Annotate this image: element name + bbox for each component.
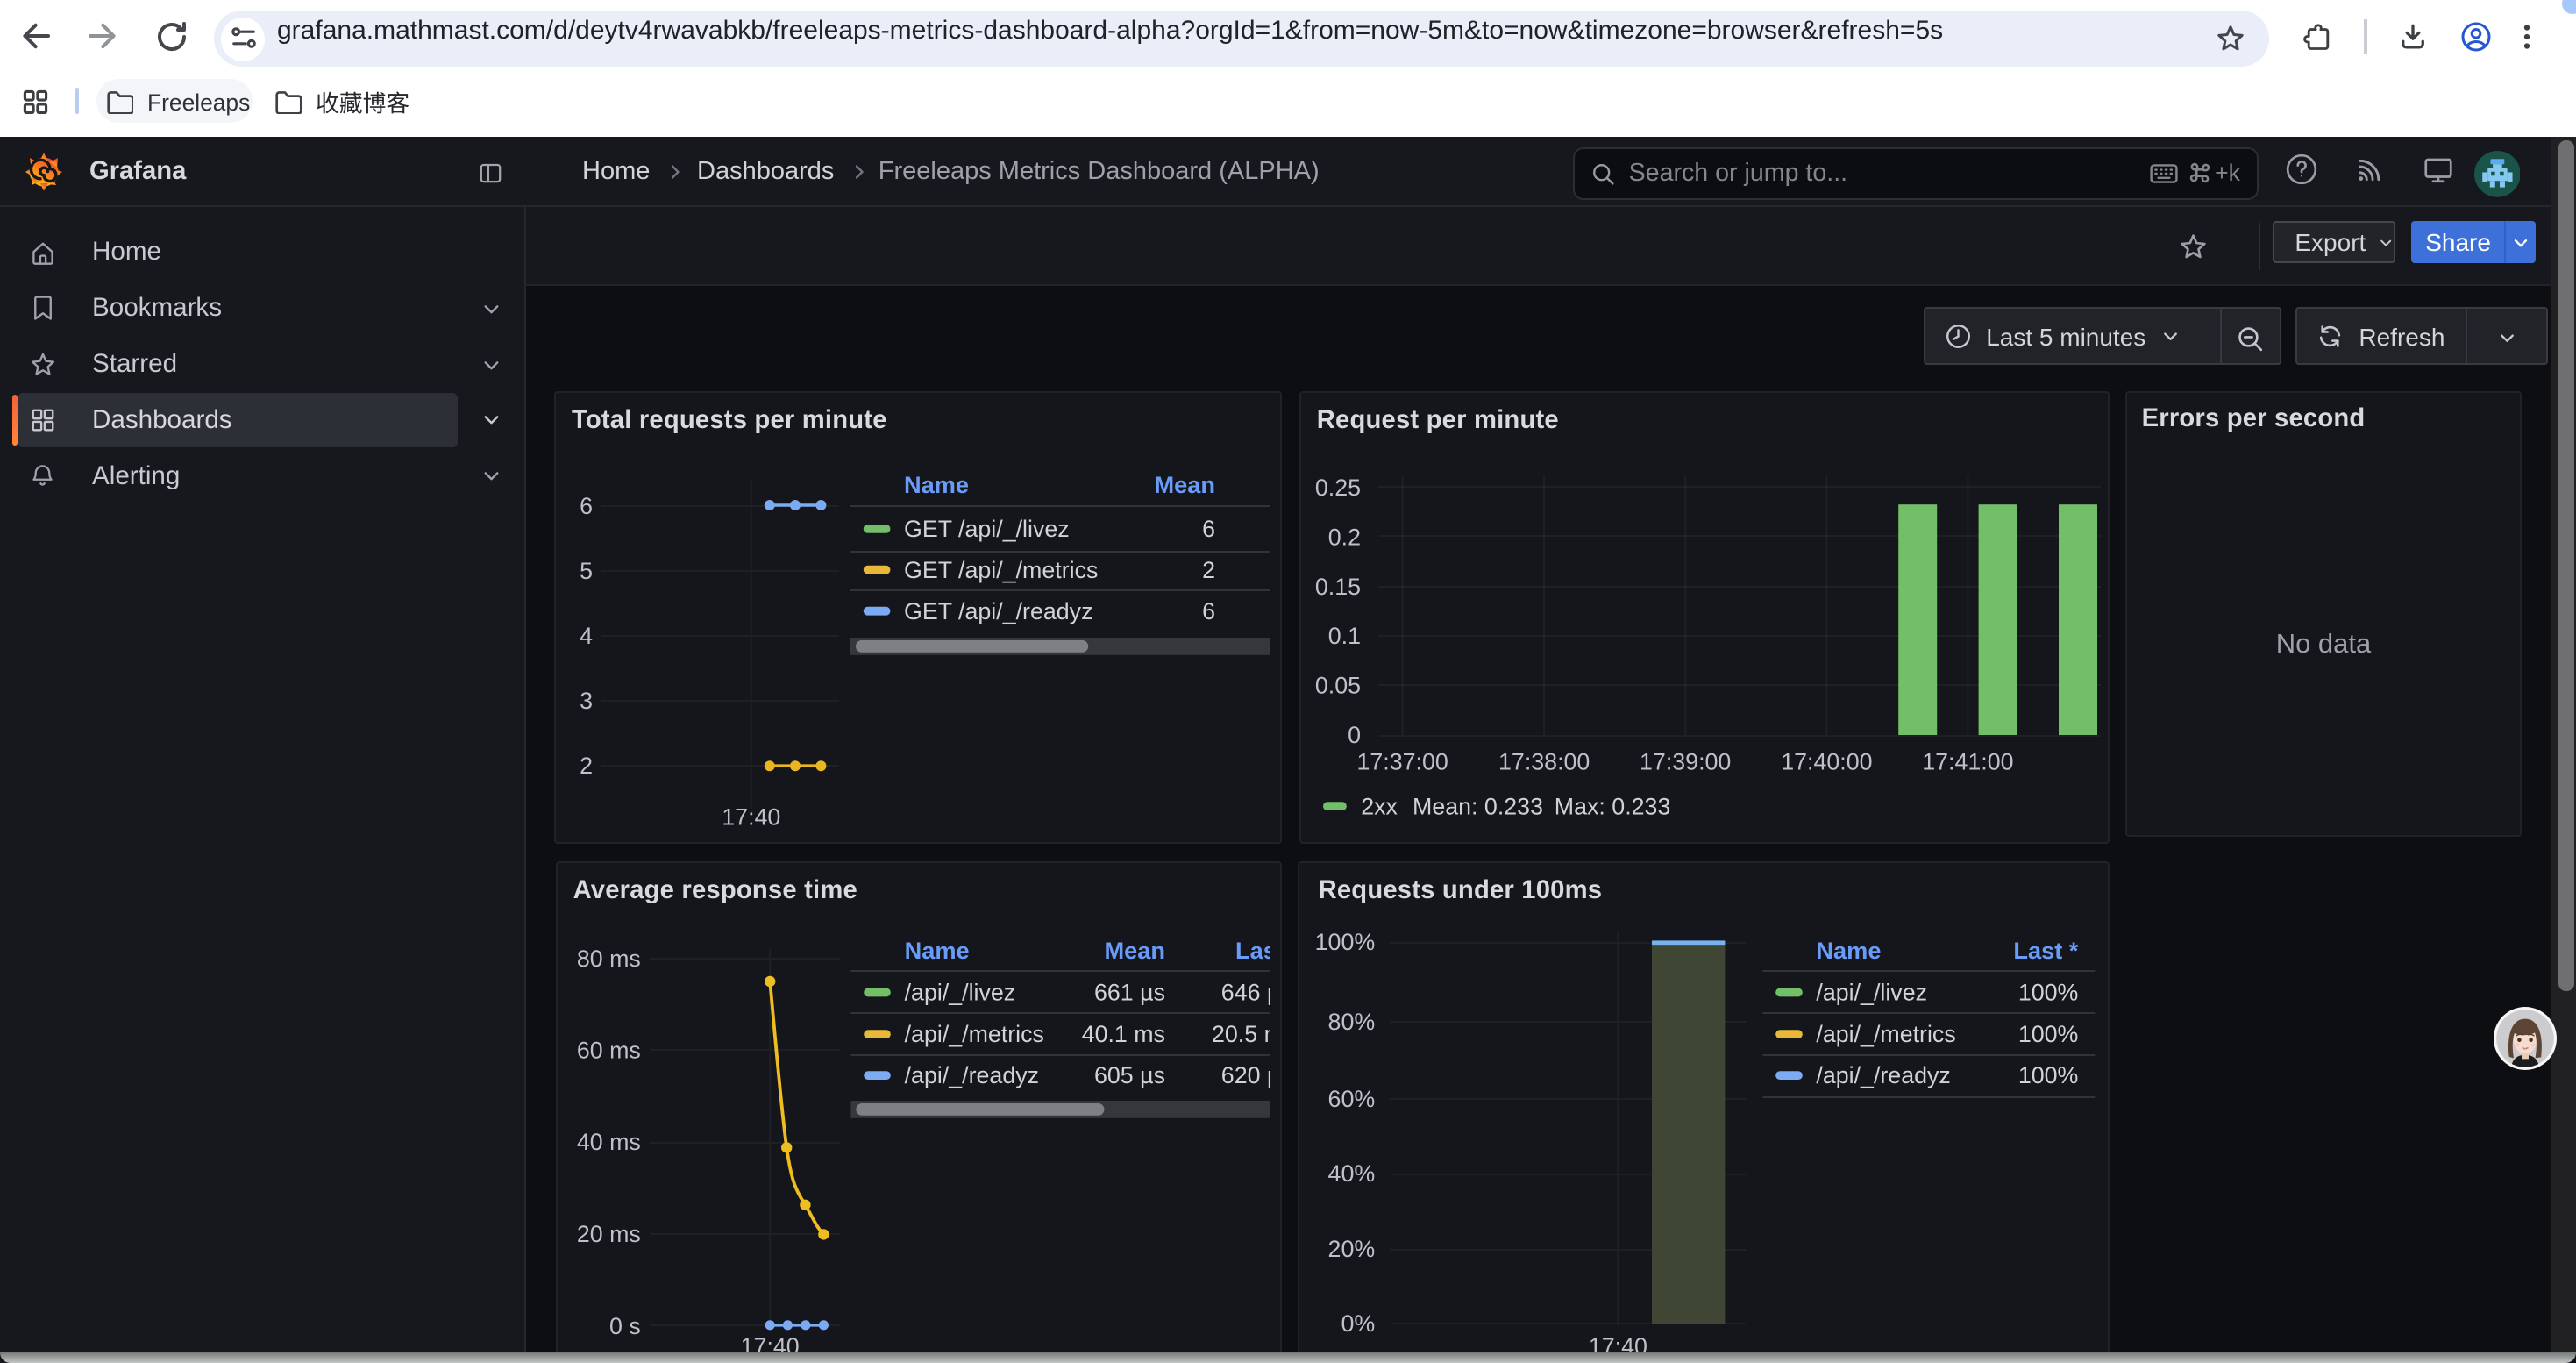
svg-text:80 ms: 80 ms bbox=[576, 946, 640, 972]
svg-text:17:37:00: 17:37:00 bbox=[1356, 748, 1448, 774]
svg-text:Name: Name bbox=[1817, 937, 1882, 964]
svg-text:0.25: 0.25 bbox=[1315, 475, 1361, 501]
svg-text:Name: Name bbox=[904, 471, 969, 498]
svg-text:6: 6 bbox=[1202, 598, 1215, 624]
svg-text:100%: 100% bbox=[2018, 1021, 2079, 1047]
svg-text:17:41:00: 17:41:00 bbox=[1922, 748, 2013, 774]
svg-text:GET /api/_/metrics: GET /api/_/metrics bbox=[904, 557, 1098, 583]
svg-text:0.1: 0.1 bbox=[1328, 623, 1361, 649]
svg-text:60%: 60% bbox=[1328, 1086, 1376, 1112]
svg-text:646 µs: 646 µs bbox=[1220, 980, 1282, 1006]
svg-text:GET /api/_/livez: GET /api/_/livez bbox=[904, 516, 1070, 542]
svg-text:4: 4 bbox=[580, 623, 593, 649]
svg-text:100%: 100% bbox=[1315, 929, 1376, 955]
svg-text:Name: Name bbox=[904, 937, 969, 964]
svg-text:620 µs: 620 µs bbox=[1220, 1062, 1282, 1088]
svg-text:0: 0 bbox=[1348, 722, 1361, 748]
svg-text:Last *: Last * bbox=[2014, 937, 2079, 964]
svg-text:661 µs: 661 µs bbox=[1094, 980, 1165, 1006]
svg-text:/api/_/metrics: /api/_/metrics bbox=[1817, 1021, 1956, 1047]
svg-text:0.05: 0.05 bbox=[1315, 673, 1361, 699]
svg-text:2xx: 2xx bbox=[1361, 793, 1398, 819]
svg-text:/api/_/readyz: /api/_/readyz bbox=[1817, 1062, 1951, 1088]
svg-text:20.5 ms: 20.5 ms bbox=[1212, 1021, 1283, 1047]
svg-text:6: 6 bbox=[580, 493, 593, 519]
svg-text:40 ms: 40 ms bbox=[576, 1129, 640, 1155]
svg-text:60 ms: 60 ms bbox=[576, 1037, 640, 1063]
svg-text:17:39:00: 17:39:00 bbox=[1640, 748, 1731, 774]
svg-text:/api/_/livez: /api/_/livez bbox=[1817, 980, 1928, 1006]
svg-text:0.15: 0.15 bbox=[1315, 574, 1361, 600]
svg-text:0 s: 0 s bbox=[609, 1313, 641, 1339]
svg-text:20%: 20% bbox=[1328, 1236, 1376, 1262]
svg-text:100%: 100% bbox=[2018, 1062, 2079, 1088]
svg-text:17:40: 17:40 bbox=[722, 804, 780, 831]
svg-text:17:38:00: 17:38:00 bbox=[1498, 748, 1590, 774]
svg-text:Mean: Mean bbox=[1104, 937, 1165, 964]
svg-text:605 µs: 605 µs bbox=[1094, 1062, 1165, 1088]
svg-text:20 ms: 20 ms bbox=[576, 1221, 640, 1247]
svg-text:/api/_/livez: /api/_/livez bbox=[904, 980, 1015, 1006]
svg-text:3: 3 bbox=[580, 688, 593, 714]
svg-text:Last *: Last * bbox=[1235, 937, 1283, 964]
svg-text:40%: 40% bbox=[1328, 1160, 1376, 1187]
svg-text:0%: 0% bbox=[1341, 1310, 1376, 1337]
svg-text:Max: 0.233: Max: 0.233 bbox=[1555, 793, 1671, 819]
svg-text:2: 2 bbox=[1202, 557, 1215, 583]
svg-text:40.1 ms: 40.1 ms bbox=[1081, 1021, 1164, 1047]
svg-text:GET /api/_/readyz: GET /api/_/readyz bbox=[904, 598, 1092, 624]
svg-text:17:40:00: 17:40:00 bbox=[1781, 748, 1872, 774]
svg-text:100%: 100% bbox=[2018, 980, 2079, 1006]
svg-text:5: 5 bbox=[580, 558, 593, 584]
svg-text:/api/_/readyz: /api/_/readyz bbox=[904, 1062, 1038, 1088]
svg-text:2: 2 bbox=[580, 753, 593, 779]
svg-text:Mean: Mean bbox=[1155, 471, 1216, 498]
svg-text:80%: 80% bbox=[1328, 1009, 1376, 1035]
svg-text:/api/_/metrics: /api/_/metrics bbox=[904, 1021, 1043, 1047]
svg-text:Mean: 0.233: Mean: 0.233 bbox=[1413, 793, 1543, 819]
svg-text:6: 6 bbox=[1202, 516, 1215, 542]
svg-text:0.2: 0.2 bbox=[1328, 524, 1361, 550]
